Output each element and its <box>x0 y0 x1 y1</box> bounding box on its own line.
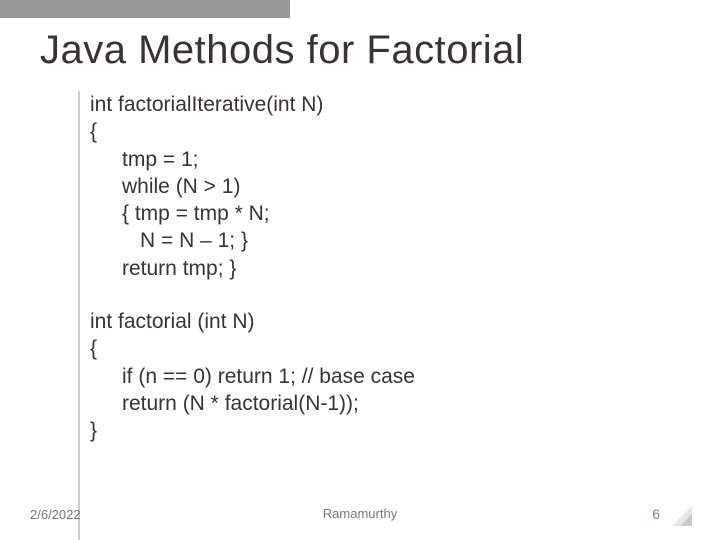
code-line: tmp = 1; <box>90 146 680 173</box>
code-line: return (N * factorial(N-1)); <box>90 390 680 417</box>
slide-body: int factorialIterative(int N) { tmp = 1;… <box>40 91 680 445</box>
page-curl-icon <box>670 504 692 526</box>
code-block-recursive: int factorial (int N) { if (n == 0) retu… <box>90 308 680 444</box>
code-line: int factorialIterative(int N) <box>90 91 680 118</box>
code-line: { <box>90 118 680 145</box>
code-block-iterative: int factorialIterative(int N) { tmp = 1;… <box>90 91 680 282</box>
footer: 2/6/2022 Ramamurthy 6 <box>0 506 720 522</box>
footer-page-number: 6 <box>652 506 660 522</box>
slide: Java Methods for Factorial int factorial… <box>0 0 720 540</box>
code-line: { <box>90 335 680 362</box>
code-line: while (N > 1) <box>90 173 680 200</box>
footer-author: Ramamurthy <box>323 506 397 521</box>
code-line: { tmp = tmp * N; <box>90 200 680 227</box>
code-line: if (n == 0) return 1; // base case <box>90 363 680 390</box>
slide-title: Java Methods for Factorial <box>40 28 680 73</box>
vertical-rule <box>78 91 80 540</box>
code-line: return tmp; } <box>90 255 680 282</box>
footer-date: 2/6/2022 <box>30 507 81 522</box>
code-line: int factorial (int N) <box>90 308 680 335</box>
code-line: } <box>90 417 680 444</box>
code-line: N = N – 1; } <box>90 227 680 254</box>
